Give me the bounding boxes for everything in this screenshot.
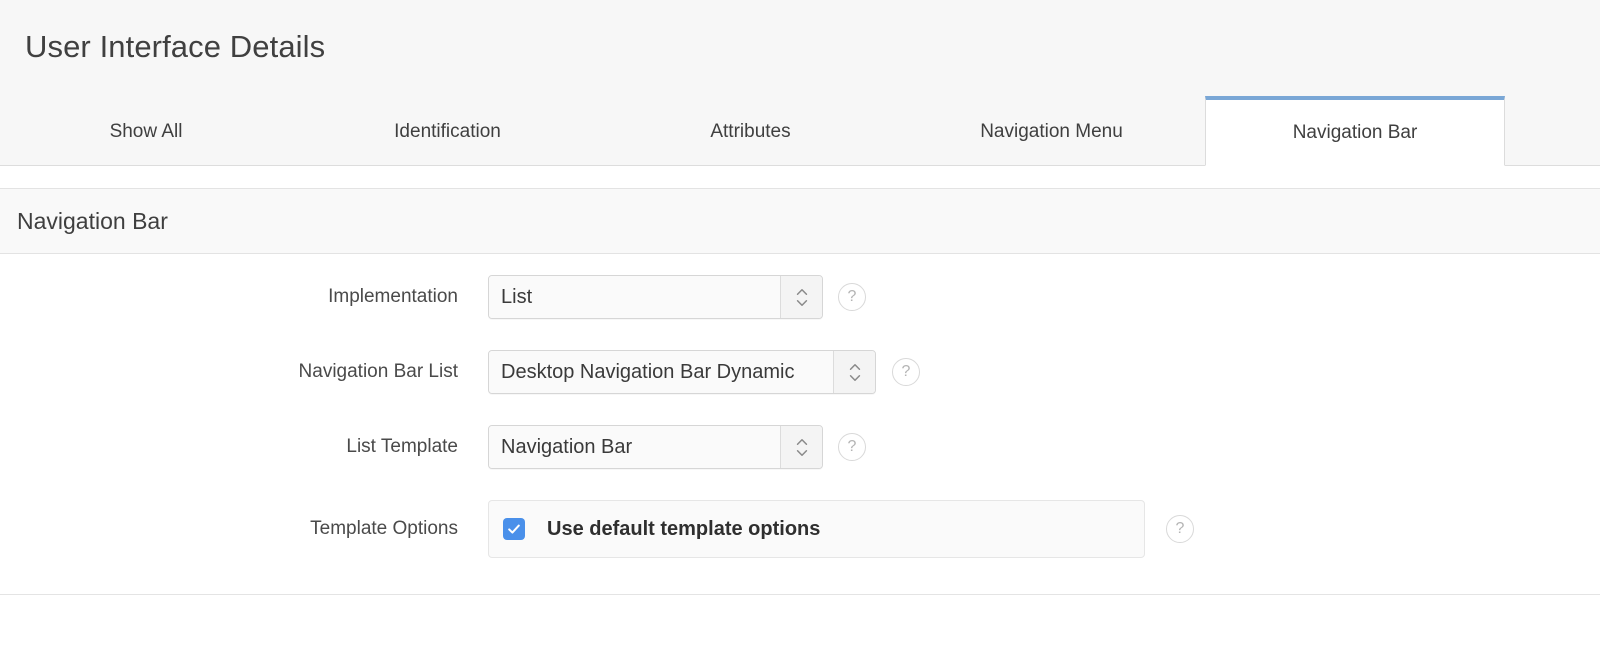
select-stepper-implementation[interactable] bbox=[780, 276, 822, 318]
form-body: Implementation List? Navigation Bar List De… bbox=[0, 254, 1600, 594]
chevron-up-icon[interactable] bbox=[795, 288, 809, 296]
tab-strip: Show All Identification Attributes Navigati… bbox=[0, 97, 1600, 166]
chevron-up-icon[interactable] bbox=[848, 363, 862, 371]
help-icon-implementation[interactable]: ? bbox=[838, 283, 866, 311]
tab-label: Identification bbox=[394, 121, 501, 143]
field-label-template-options: Template Options bbox=[0, 517, 458, 541]
field-label-list-template: List Template bbox=[0, 435, 458, 459]
select-value-implementation: List bbox=[489, 276, 780, 318]
tab-label: Show All bbox=[110, 121, 183, 143]
bottom-divider bbox=[0, 594, 1600, 595]
region-header: Navigation Bar bbox=[0, 188, 1600, 254]
tab-label: Navigation Bar bbox=[1293, 122, 1418, 144]
page-title: User Interface Details bbox=[25, 26, 325, 68]
field-label-navigation-bar-list: Navigation Bar List bbox=[0, 360, 458, 384]
select-stepper-list-template[interactable] bbox=[780, 426, 822, 468]
chevron-up-icon[interactable] bbox=[795, 438, 809, 446]
form-row-implementation: Implementation List? bbox=[0, 274, 1600, 320]
tab-show-all[interactable]: Show All bbox=[0, 97, 292, 166]
select-value-list-template: Navigation Bar bbox=[489, 426, 780, 468]
help-icon-template-options[interactable]: ? bbox=[1166, 515, 1194, 543]
select-stepper-navigation-bar-list[interactable] bbox=[833, 351, 875, 393]
select-value-navigation-bar-list: Desktop Navigation Bar Dynamic bbox=[489, 351, 833, 393]
form-row-list-template: List Template Navigation Bar? bbox=[0, 424, 1600, 470]
help-icon-navigation-bar-list[interactable]: ? bbox=[892, 358, 920, 386]
chevron-down-icon[interactable] bbox=[795, 449, 809, 457]
tab-navigation-bar[interactable]: Navigation Bar bbox=[1205, 96, 1505, 166]
tab-identification[interactable]: Identification bbox=[292, 97, 603, 166]
tab-label: Attributes bbox=[710, 121, 790, 143]
checkbox-use-default-template-options[interactable] bbox=[503, 518, 525, 540]
select-list-template[interactable]: Navigation Bar bbox=[488, 425, 823, 469]
field-label-implementation: Implementation bbox=[0, 285, 458, 309]
form-row-navigation-bar-list: Navigation Bar List Desktop Navigation Ba… bbox=[0, 349, 1600, 395]
user-interface-details-page: User Interface Details Show All Identific… bbox=[0, 0, 1600, 646]
tab-content-gap bbox=[0, 166, 1600, 188]
options-box-template-options: Use default template options bbox=[488, 500, 1145, 558]
chevron-down-icon[interactable] bbox=[795, 299, 809, 307]
title-band: User Interface Details bbox=[0, 0, 1600, 97]
tab-label: Navigation Menu bbox=[980, 121, 1123, 143]
tab-navigation-menu[interactable]: Navigation Menu bbox=[898, 97, 1205, 166]
select-implementation[interactable]: List bbox=[488, 275, 823, 319]
tab-attributes[interactable]: Attributes bbox=[603, 97, 898, 166]
form-row-template-options: Template Options Use default template opt… bbox=[0, 500, 1600, 558]
select-navigation-bar-list[interactable]: Desktop Navigation Bar Dynamic bbox=[488, 350, 876, 394]
chevron-down-icon[interactable] bbox=[848, 374, 862, 382]
checkbox-label-use-default-template-options[interactable]: Use default template options bbox=[547, 516, 820, 542]
region-title: Navigation Bar bbox=[17, 206, 168, 236]
help-icon-list-template[interactable]: ? bbox=[838, 433, 866, 461]
